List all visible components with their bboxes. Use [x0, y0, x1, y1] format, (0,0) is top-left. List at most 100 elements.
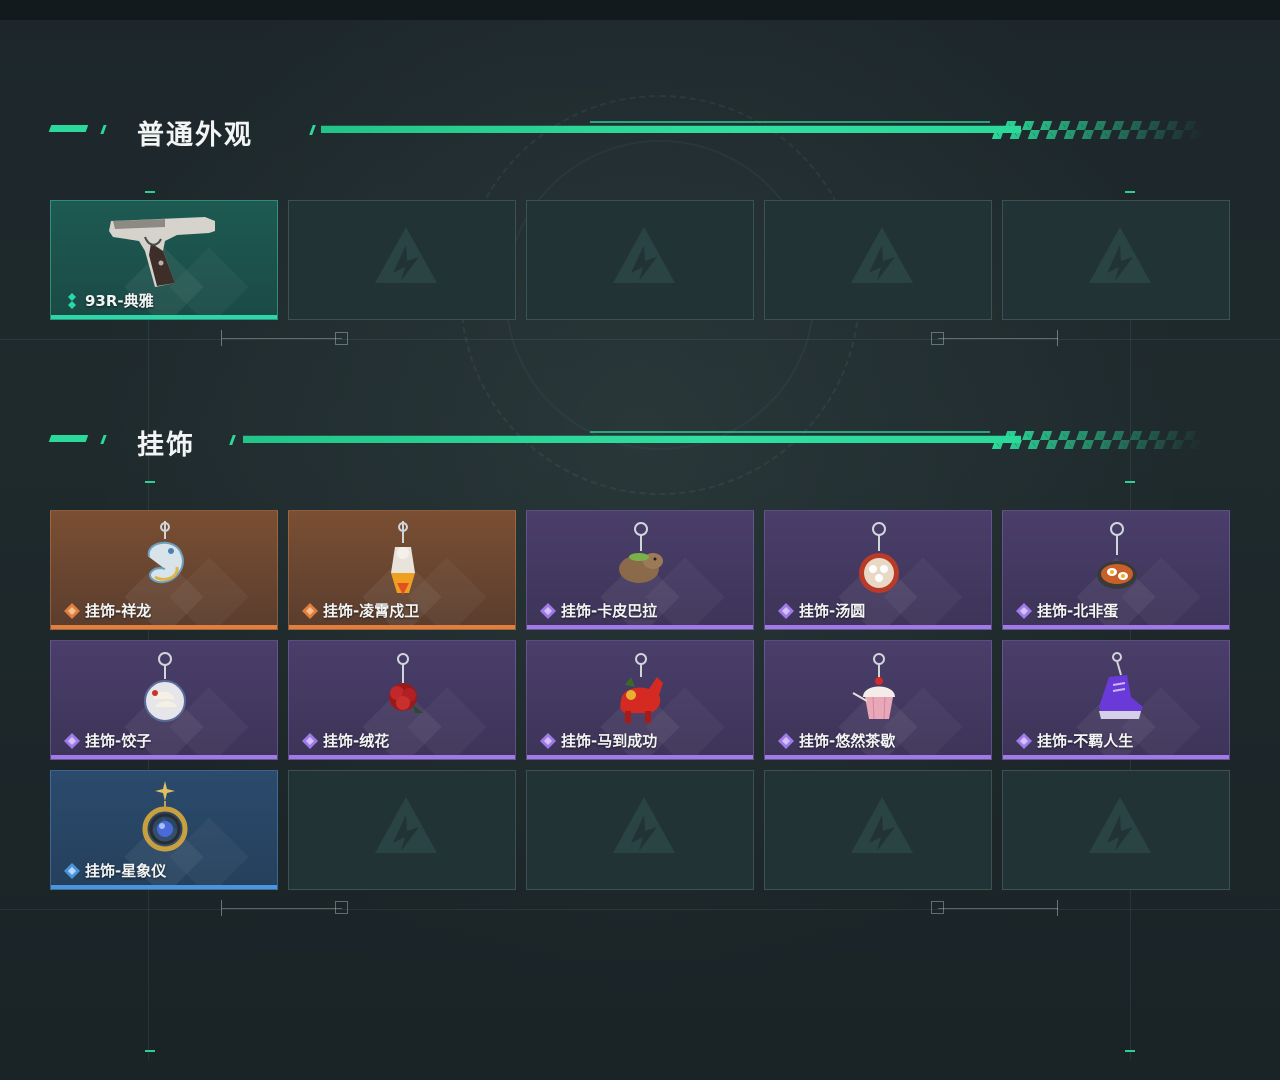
- empty-slot: [526, 200, 754, 320]
- empty-slot: [1002, 200, 1230, 320]
- placeholder-logo-icon: [609, 791, 679, 861]
- placeholder-logo-icon: [371, 791, 441, 861]
- background-line: [0, 339, 1280, 340]
- charm-card[interactable]: 挂饰-饺子: [50, 640, 278, 760]
- charm-card[interactable]: 挂饰-北非蛋: [1002, 510, 1230, 630]
- rarity-bar: [289, 755, 515, 759]
- charm-card[interactable]: 挂饰-卡皮巴拉: [526, 510, 754, 630]
- header-accent-bar: [321, 125, 1021, 133]
- rarity-icon: [63, 732, 81, 750]
- card-label: 挂饰-祥龙: [85, 602, 152, 620]
- section-title: 挂饰: [137, 430, 195, 461]
- header-checker-pattern: [991, 431, 1209, 449]
- background-square: [335, 901, 348, 914]
- background-line: [1057, 330, 1058, 346]
- header-accent-dash: [309, 125, 316, 135]
- card-label: 挂饰-饺子: [85, 732, 152, 750]
- rarity-bar: [765, 625, 991, 629]
- dragon-charm-icon: [125, 517, 205, 599]
- background-square: [931, 901, 944, 914]
- rarity-bar: [51, 885, 277, 889]
- rarity-bar: [765, 755, 991, 759]
- guardian-charm-icon: [363, 517, 443, 599]
- placeholder-logo-icon: [371, 221, 441, 291]
- rarity-icon: [301, 732, 319, 750]
- background-tick: [145, 1050, 155, 1052]
- rarity-icon: [539, 732, 557, 750]
- background-line: [0, 909, 1280, 910]
- background-line: [148, 200, 149, 1060]
- rarity-icon: [301, 602, 319, 620]
- charm-card[interactable]: 挂饰-祥龙: [50, 510, 278, 630]
- background-line: [222, 338, 342, 339]
- card-label: 挂饰-绒花: [323, 732, 390, 750]
- card-label: 挂饰-凌霄戍卫: [323, 602, 420, 620]
- header-accent-dash: [229, 435, 236, 445]
- rarity-icon: [1015, 602, 1033, 620]
- background-square: [335, 332, 348, 345]
- card-label: 挂饰-不羁人生: [1037, 732, 1134, 750]
- background-tick: [1125, 481, 1135, 483]
- empty-slot: [288, 200, 516, 320]
- section-header-charms: 挂饰: [48, 423, 1210, 461]
- rarity-bar: [51, 315, 277, 319]
- rarity-icon: [63, 292, 81, 310]
- charm-card[interactable]: 挂饰-不羁人生: [1002, 640, 1230, 760]
- sneaker-charm-icon: [1077, 647, 1157, 729]
- rarity-icon: [777, 602, 795, 620]
- placeholder-logo-icon: [847, 791, 917, 861]
- rarity-bar: [51, 755, 277, 759]
- rarity-bar: [527, 755, 753, 759]
- background-line: [221, 900, 222, 916]
- empty-slot: [1002, 770, 1230, 890]
- header-accent-dash: [48, 125, 89, 132]
- charm-card[interactable]: 挂饰-汤圆: [764, 510, 992, 630]
- header-accent-line: [590, 121, 990, 123]
- header-accent-line: [590, 431, 990, 433]
- rarity-bar: [51, 625, 277, 629]
- section-header-normal-skins: 普通外观: [48, 113, 1210, 151]
- rarity-icon: [1015, 732, 1033, 750]
- card-label: 挂饰-悠然茶歇: [799, 732, 896, 750]
- empty-slot: [526, 770, 754, 890]
- card-label: 挂饰-马到成功: [561, 732, 658, 750]
- card-label: 挂饰-北非蛋: [1037, 602, 1119, 620]
- empty-slot: [764, 770, 992, 890]
- charm-card[interactable]: 挂饰-绒花: [288, 640, 516, 760]
- background-tick: [1125, 191, 1135, 193]
- card-label: 93R-典雅: [85, 292, 154, 310]
- empty-slot: [764, 200, 992, 320]
- background-tick: [145, 481, 155, 483]
- header-accent-dash: [48, 435, 89, 442]
- placeholder-logo-icon: [1085, 791, 1155, 861]
- card-label: 挂饰-汤圆: [799, 602, 866, 620]
- capybara-charm-icon: [601, 517, 681, 599]
- cupcake-charm-icon: [839, 647, 919, 729]
- rarity-icon: [63, 862, 81, 880]
- placeholder-logo-icon: [847, 221, 917, 291]
- charm-card[interactable]: 挂饰-悠然茶歇: [764, 640, 992, 760]
- background-line: [221, 330, 222, 346]
- velvet-flower-charm-icon: [363, 647, 443, 729]
- charm-card[interactable]: 挂饰-星象仪: [50, 770, 278, 890]
- horse-charm-icon: [601, 647, 681, 729]
- astrolabe-charm-icon: [125, 777, 205, 859]
- placeholder-logo-icon: [609, 221, 679, 291]
- charm-card[interactable]: 挂饰-凌霄戍卫: [288, 510, 516, 630]
- header-accent-bar: [243, 435, 1021, 443]
- background-line: [938, 338, 1058, 339]
- background-tick: [145, 191, 155, 193]
- background-tick: [1125, 1050, 1135, 1052]
- rarity-icon: [777, 732, 795, 750]
- background-square: [931, 332, 944, 345]
- rarity-icon: [63, 602, 81, 620]
- background-line: [938, 908, 1058, 909]
- background-line: [1057, 900, 1058, 916]
- charm-card[interactable]: 挂饰-马到成功: [526, 640, 754, 760]
- top-bar: [0, 0, 1280, 20]
- skin-card[interactable]: 93R-典雅: [50, 200, 278, 320]
- rarity-bar: [1003, 625, 1229, 629]
- header-accent-dash: [100, 435, 107, 444]
- empty-slot: [288, 770, 516, 890]
- header-checker-pattern: [991, 121, 1209, 139]
